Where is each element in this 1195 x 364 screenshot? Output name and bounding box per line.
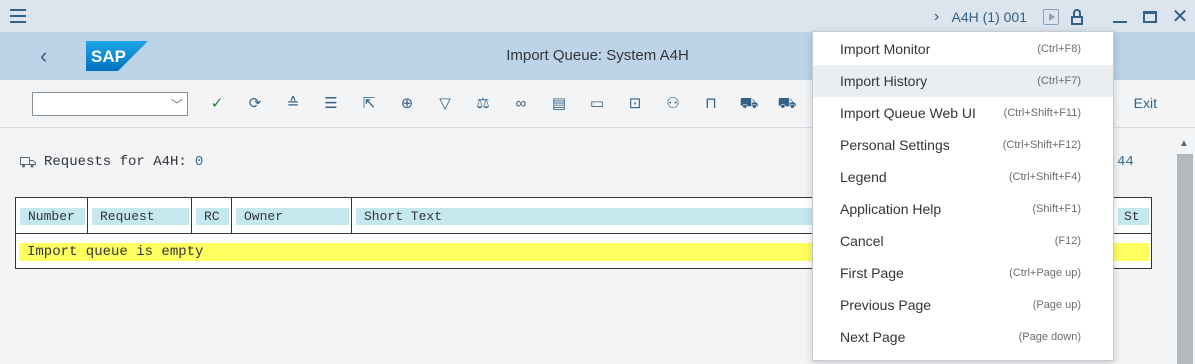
glasses-icon[interactable]: ∞ [511,94,531,114]
filter-lines-icon[interactable]: ☰ [321,94,341,114]
funnel-icon[interactable]: ▽ [435,94,455,114]
close-button[interactable]: ✕ [1165,0,1195,33]
maximize-button[interactable] [1135,0,1165,33]
command-field[interactable]: ﹀ [32,92,188,116]
column-header[interactable]: Number [16,198,88,234]
lock-icon[interactable] [1071,8,1083,25]
align-top-icon[interactable]: ≙ [283,94,303,114]
column-header[interactable]: Request [88,198,192,234]
minimize-button[interactable] [1105,0,1135,33]
menu-item-personal-settings[interactable]: Personal Settings (Ctrl+Shift+F12) [813,129,1113,161]
menu-item-legend[interactable]: Legend (Ctrl+Shift+F4) [813,161,1113,193]
zoom-icon[interactable]: ⊕ [397,94,417,114]
menu-hamburger-icon[interactable] [10,9,26,23]
refresh-icon[interactable]: ⟳ [245,94,265,114]
trucks-icon[interactable]: ⛟ [777,94,797,114]
chevron-right-icon[interactable]: › [922,8,952,26]
maximize-icon [1143,10,1157,23]
menu-item-import-queue-web-ui[interactable]: Import Queue Web UI (Ctrl+Shift+F11) [813,97,1113,129]
menu-item-import-history[interactable]: Import History (Ctrl+F7) [813,65,1113,97]
right-number: 44 [1117,154,1134,170]
menu-item-first-page[interactable]: First Page (Ctrl+Page up) [813,257,1113,289]
exit-button[interactable]: Exit [1134,95,1157,111]
truck-icon [20,157,36,168]
minimize-icon [1113,20,1127,23]
chevron-down-icon[interactable]: ﹀ [171,96,183,113]
requests-summary: Requests for A4H: 0 [20,154,203,170]
requests-label: Requests for A4H: [44,154,187,170]
document-icon[interactable]: ▤ [549,94,569,114]
card-icon[interactable]: ▭ [587,94,607,114]
people-icon[interactable]: ⚇ [663,94,683,114]
menu-item-next-page[interactable]: Next Page (Page down) [813,321,1113,353]
search-doc-icon[interactable]: ⊡ [625,94,645,114]
balance-icon[interactable]: ⚖ [473,94,493,114]
scrollbar-thumb[interactable] [1177,154,1193,364]
vertical-scrollbar[interactable]: ▲ [1175,128,1195,364]
window-title-bar: › A4H (1) 001 ✕ [0,0,1195,33]
column-header[interactable]: St [1114,198,1151,234]
more-options-menu: Import Monitor (Ctrl+F8) Import History … [812,31,1114,361]
requests-count: 0 [194,154,204,170]
column-header[interactable]: RC [192,198,232,234]
menu-item-previous-page[interactable]: Previous Page (Page up) [813,289,1113,321]
lock-icon[interactable]: ⊓ [701,94,721,114]
check-icon[interactable]: ✓ [207,94,227,114]
truck-people-icon[interactable]: ⛟ [739,94,759,114]
menu-item-application-help[interactable]: Application Help (Shift+F1) [813,193,1113,225]
cursor-select-icon[interactable]: ⇱ [359,94,379,114]
menu-item-cancel[interactable]: Cancel (F12) [813,225,1113,257]
close-icon: ✕ [1171,5,1189,28]
column-header[interactable]: Owner [232,198,352,234]
scroll-up-icon[interactable]: ▲ [1179,138,1189,149]
play-icon[interactable] [1043,8,1059,25]
menu-item-import-monitor[interactable]: Import Monitor (Ctrl+F8) [813,33,1113,65]
system-info[interactable]: A4H (1) 001 [952,9,1027,25]
